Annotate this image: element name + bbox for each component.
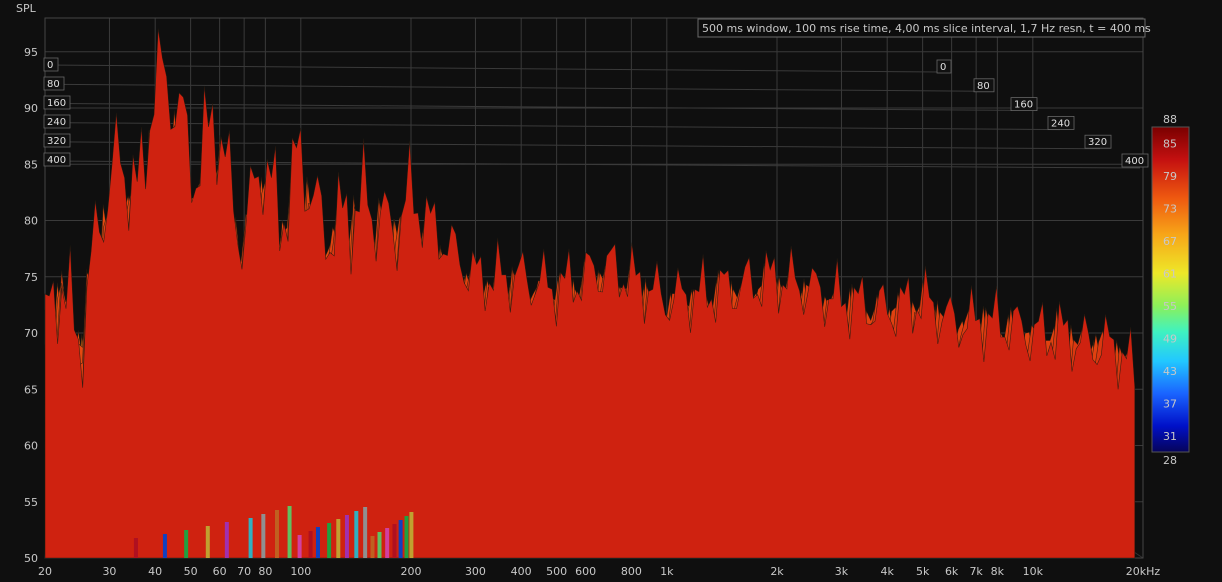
x-tick-label: 800 [621, 565, 642, 578]
time-tick-label-left: 0 [47, 60, 53, 71]
x-tick-label: 60 [213, 565, 227, 578]
marker-bar [377, 532, 382, 558]
time-gridline [44, 64, 941, 73]
x-tick-label: 4k [880, 565, 894, 578]
info-box: 500 ms window, 100 ms rise time, 4,00 ms… [697, 18, 1151, 38]
x-tick-label: 20kHz [1126, 565, 1161, 578]
marker-bar [370, 536, 375, 558]
x-tick-label: 40 [148, 565, 162, 578]
x-tick-label: 8k [991, 565, 1005, 578]
colorbar-tick-label: 79 [1163, 170, 1177, 183]
marker-bar [162, 534, 167, 558]
marker-bar [205, 526, 210, 558]
x-tick-label: 400 [511, 565, 532, 578]
x-tick-label: 30 [102, 565, 116, 578]
x-tick-label: 500 [546, 565, 567, 578]
marker-bar [274, 510, 279, 558]
marker-bar [297, 535, 302, 558]
colorbar-tick-label: 37 [1163, 397, 1177, 410]
marker-bar [315, 527, 320, 558]
y-axis-label: SPL [16, 2, 37, 15]
colorbar-tick-label: 55 [1163, 300, 1177, 313]
time-tick-label-left: 80 [47, 79, 60, 90]
time-tick-label-right: 400 [1125, 156, 1144, 167]
y-tick-label: 65 [24, 383, 38, 396]
marker-bar [354, 511, 359, 558]
marker-bar [392, 524, 397, 558]
colorbar-tick-label: 85 [1163, 137, 1177, 150]
x-tick-label: 7k [969, 565, 983, 578]
marker-bar [404, 516, 409, 558]
x-tick-label: 70 [237, 565, 251, 578]
marker-bar [184, 530, 189, 558]
colorbar: 88 85 79 73 67 61 55 49 43 37 31 28 [1151, 113, 1190, 467]
y-tick-label: 70 [24, 327, 38, 340]
time-gridline [44, 102, 1021, 111]
marker-bar [133, 538, 138, 558]
marker-bar [327, 523, 332, 558]
x-tick-label: 1k [660, 565, 674, 578]
colorbar-tick-label: 61 [1163, 267, 1177, 280]
marker-bar [224, 522, 229, 558]
time-tick-label-left: 160 [47, 98, 66, 109]
x-tick-label: 2k [770, 565, 784, 578]
marker-bar [308, 531, 313, 558]
waterfall-plot: SPL 20 30 40 50 60 70 80 100 200 300 400 500 600 800 1… [0, 0, 1222, 582]
x-tick-label: 300 [465, 565, 486, 578]
x-tick-label: 600 [575, 565, 596, 578]
time-tick-label-right: 160 [1014, 100, 1033, 111]
time-gridline [44, 83, 981, 92]
time-tick-label-right: 240 [1051, 118, 1070, 129]
y-tick-label: 80 [24, 215, 38, 228]
marker-bar [385, 528, 390, 558]
time-tick-label-left: 400 [47, 155, 66, 166]
colorbar-tick-label: 67 [1163, 235, 1177, 248]
time-tick-label-right: 320 [1088, 137, 1107, 148]
marker-bar [398, 520, 403, 558]
y-tick-label: 85 [24, 158, 38, 171]
y-tick-label: 60 [24, 440, 38, 453]
x-tick-label: 6k [945, 565, 959, 578]
marker-bar [363, 507, 368, 558]
marker-bar [261, 514, 266, 558]
time-tick-label-left: 320 [47, 136, 66, 147]
time-tick-label-left: 240 [47, 117, 66, 128]
time-tick-label-right: 80 [977, 81, 990, 92]
colorbar-tick-label: 88 [1163, 113, 1177, 126]
waterfall-chart: SPL 20 30 40 50 60 70 80 100 200 300 400 500 600 800 1… [16, 2, 1190, 578]
colorbar-tick-label: 43 [1163, 365, 1177, 378]
marker-bar [248, 518, 253, 558]
x-tick-label: 20 [38, 565, 52, 578]
x-tick-label: 10k [1023, 565, 1044, 578]
y-tick-label: 50 [24, 552, 38, 565]
marker-bar [409, 512, 414, 558]
x-tick-label: 5k [916, 565, 930, 578]
colorbar-tick-label: 49 [1163, 332, 1177, 345]
x-tick-label: 80 [258, 565, 272, 578]
marker-bar [344, 515, 349, 558]
y-tick-label: 95 [24, 46, 38, 59]
marker-bar [336, 519, 341, 558]
x-tick-label: 200 [401, 565, 422, 578]
x-tick-label: 50 [184, 565, 198, 578]
y-tick-label: 75 [24, 271, 38, 284]
y-tick-label: 55 [24, 496, 38, 509]
info-label: 500 ms window, 100 ms rise time, 4,00 ms… [702, 22, 1151, 35]
time-gridline [44, 122, 1061, 131]
x-tick-label: 3k [835, 565, 849, 578]
colorbar-tick-label: 31 [1163, 430, 1177, 443]
x-tick-label: 100 [290, 565, 311, 578]
marker-bar [287, 506, 292, 558]
time-tick-label-right: 0 [940, 62, 946, 73]
colorbar-tick-label: 73 [1163, 202, 1177, 215]
colorbar-tick-label: 28 [1163, 454, 1177, 467]
y-tick-label: 90 [24, 102, 38, 115]
